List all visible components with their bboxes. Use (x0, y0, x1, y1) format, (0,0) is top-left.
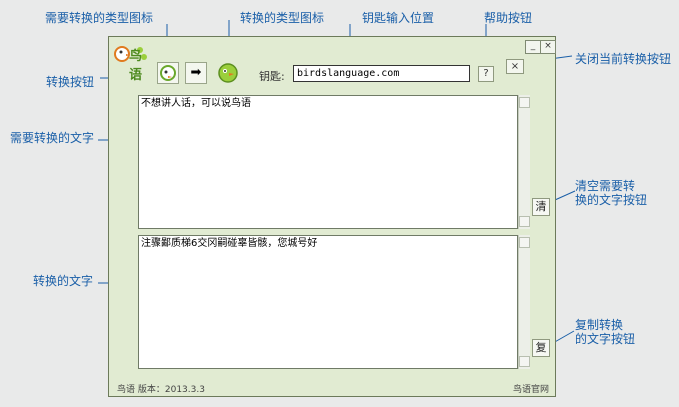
output-scrollbar[interactable] (518, 235, 530, 369)
output-scroll-up[interactable] (519, 237, 530, 248)
callout-clear-line1: 清空需要转 (575, 179, 636, 193)
input-scroll-down[interactable] (519, 216, 530, 227)
output-scroll-down[interactable] (519, 356, 530, 367)
birds-language-window: 鸟语 _ × ➡ 钥匙: birdslanguage.com ? × 不想讲人话… (108, 36, 556, 397)
version-text: 鸟语 版本：2013.3.3 (117, 385, 205, 395)
callout-converted-text: 转换的文字 (33, 274, 94, 288)
minimize-button[interactable]: _ (525, 40, 541, 54)
input-text-area[interactable]: 不想讲人话，可以说鸟语 (138, 95, 518, 229)
callout-help-button: 帮助按钮 (484, 11, 533, 25)
input-scrollbar[interactable] (518, 95, 530, 229)
source-bird-icon (160, 65, 176, 81)
callout-copy-line1: 复制转换 (575, 318, 624, 332)
convert-button[interactable]: ➡ (185, 62, 207, 84)
window-close-button[interactable]: × (540, 40, 556, 54)
output-text: 注骤鄙质梯6交冈嗣碰辜皆骸，您城号好 (141, 238, 318, 249)
clear-button[interactable]: 清 (532, 198, 550, 216)
help-button[interactable]: ? (478, 66, 494, 82)
official-site-link[interactable]: 鸟语官网 (513, 382, 549, 395)
input-scroll-up[interactable] (519, 97, 530, 108)
callout-close-current: 关闭当前转换按钮 (575, 52, 672, 66)
target-type-button[interactable] (217, 62, 239, 84)
convert-arrow-icon: ➡ (190, 65, 202, 80)
app-logo: 鸟语 (113, 41, 149, 83)
key-label: 钥匙: (259, 70, 285, 83)
key-input[interactable]: birdslanguage.com (293, 65, 470, 82)
output-text-area[interactable]: 注骤鄙质梯6交冈嗣碰辜皆骸，您城号好 (138, 235, 518, 369)
callout-source-type-icon: 需要转换的类型图标 (45, 11, 154, 25)
callout-text-to-convert: 需要转换的文字 (10, 131, 95, 145)
target-bird-icon (218, 63, 238, 83)
input-text: 不想讲人话，可以说鸟语 (141, 98, 251, 109)
logo-text: 鸟语 (129, 49, 143, 83)
callout-convert-button: 转换按钮 (46, 75, 95, 89)
callout-target-type-icon: 转换的类型图标 (240, 11, 325, 25)
callout-copy-line2: 的文字按钮 (575, 332, 636, 346)
close-convert-button[interactable]: × (506, 59, 524, 74)
copy-button[interactable]: 复 (532, 339, 550, 357)
callout-clear-line2: 换的文字按钮 (575, 193, 648, 207)
source-type-button[interactable] (157, 62, 179, 84)
callout-key-input-position: 钥匙输入位置 (362, 11, 435, 25)
